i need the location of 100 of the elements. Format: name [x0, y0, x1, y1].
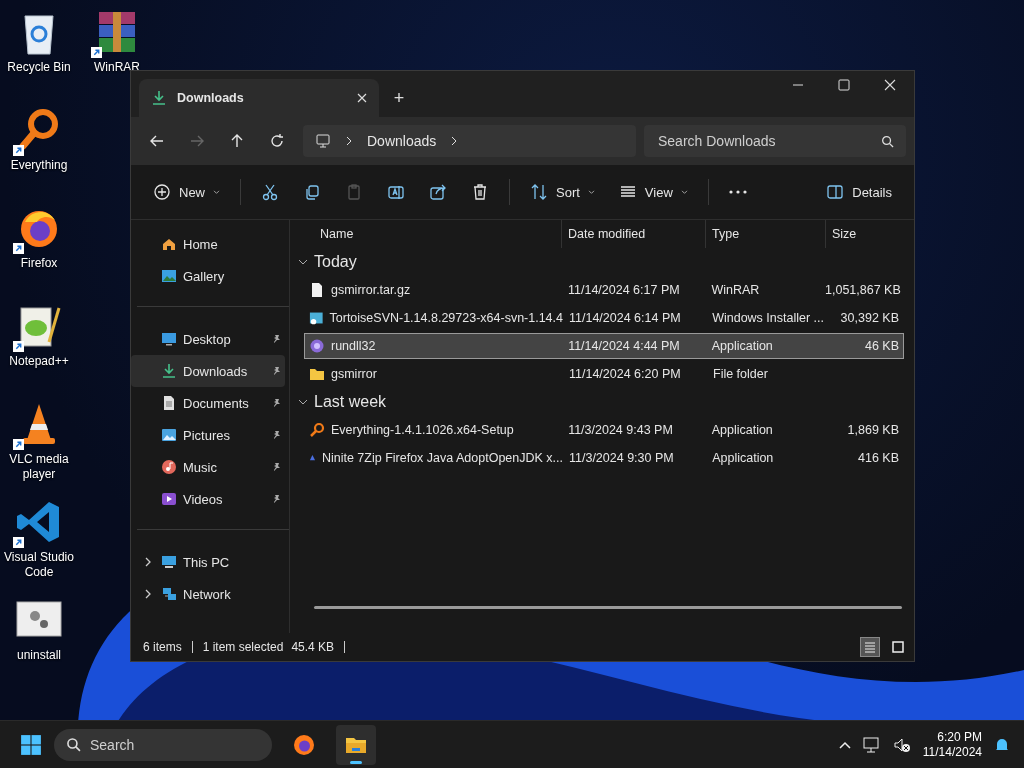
- pin-icon: [271, 430, 281, 440]
- chevron-down-icon: [213, 189, 220, 195]
- installer-icon: [309, 310, 324, 326]
- sidebar-item[interactable]: Gallery: [131, 260, 285, 292]
- type-cell-text: WinRAR: [710, 283, 761, 297]
- chevron-right-icon[interactable]: [144, 589, 152, 599]
- sidebar-item[interactable]: Pictures: [131, 419, 285, 451]
- maximize-icon[interactable]: [838, 79, 850, 91]
- file-row[interactable]: Ninite 7Zip Firefox Java AdoptOpenJDK x... 11/3/2024 9:30 PM Application 416 KB: [304, 445, 904, 471]
- sidebar-item[interactable]: Downloads: [131, 355, 285, 387]
- sort-button[interactable]: Sort: [520, 176, 605, 208]
- details-button[interactable]: Details: [816, 176, 902, 208]
- sidebar-item[interactable]: This PC: [131, 546, 285, 578]
- list-lines-icon: [863, 640, 877, 654]
- clock-time[interactable]: 6:20 PM: [937, 729, 982, 745]
- folder-taskbar-button[interactable]: [336, 724, 376, 765]
- gallery-icon: [161, 268, 177, 284]
- details-view-button[interactable]: [860, 637, 880, 657]
- sidebar-item[interactable]: Network: [131, 578, 285, 610]
- pin-icon: [271, 366, 281, 376]
- close-icon[interactable]: [357, 93, 367, 103]
- date-cell-text: 11/14/2024 6:14 PM: [568, 311, 682, 325]
- column-header[interactable]: Name: [296, 220, 562, 248]
- desktop-icon-label[interactable]: Everything: [10, 158, 68, 173]
- chevron-down-icon: [587, 189, 595, 195]
- pin-icon: [271, 334, 281, 344]
- sidebar-item[interactable]: Documents: [131, 387, 285, 419]
- desktop-icon-label[interactable]: Recycle Bin: [7, 60, 71, 75]
- clock-date[interactable]: 11/14/2024: [922, 744, 982, 760]
- type-cell-text: Application: [711, 451, 775, 465]
- file-row[interactable]: rundll32 11/14/2024 4:44 PM Application 46 KB: [304, 333, 904, 359]
- sidebar-item[interactable]: Videos: [131, 483, 285, 515]
- back-arrow-icon[interactable]: [149, 133, 165, 149]
- network-monitor-icon[interactable]: [862, 736, 881, 753]
- file-row[interactable]: TortoiseSVN-1.14.8.29723-x64-svn-1.14.4 11/14/2024 6:14 PM Windows Installer ... 30,392 KB: [304, 305, 904, 331]
- size-cell-text: 1,869 KB: [846, 423, 900, 437]
- sort-arrows-icon: [530, 183, 548, 201]
- downloads-icon: [151, 90, 167, 106]
- desktop-icon-label[interactable]: Visual Studio Code: [1, 550, 77, 580]
- sidebar-item[interactable]: Music: [131, 451, 285, 483]
- file-name: rundll32: [331, 339, 376, 353]
- tab-title: Downloads: [177, 91, 245, 105]
- new-tab-button[interactable]: +: [379, 79, 419, 117]
- clipboard-icon: [345, 183, 363, 201]
- group-header[interactable]: Today: [296, 248, 904, 276]
- desktop-icon-label[interactable]: Notepad++: [9, 354, 69, 369]
- column-header[interactable]: Size: [826, 220, 904, 248]
- desktop-icon-label[interactable]: VLC media player: [1, 452, 77, 482]
- refresh-icon[interactable]: [269, 133, 285, 149]
- monitor-icon: [315, 133, 331, 149]
- horizontal-scrollbar[interactable]: [314, 606, 902, 609]
- date-cell-text: 11/3/2024 9:43 PM: [567, 423, 674, 437]
- rename-icon: [387, 183, 405, 201]
- sidebar-item[interactable]: Home: [131, 228, 285, 260]
- new-button[interactable]: New: [143, 176, 230, 208]
- taskbar-search-field[interactable]: Search: [54, 728, 272, 761]
- view-button[interactable]: View: [608, 176, 698, 208]
- scissors-icon: [261, 183, 279, 201]
- chevron-down-icon: [680, 189, 688, 195]
- search-app-icon: [309, 422, 325, 438]
- file-name: gsmirror.tar.gz: [331, 283, 411, 297]
- windows-start-icon[interactable]: [20, 733, 42, 756]
- file-name: Everything-1.4.1.1026.x64-Setup: [331, 423, 514, 437]
- file-row[interactable]: gsmirror 11/14/2024 6:20 PM File folder: [304, 361, 904, 387]
- breadcrumb[interactable]: Downloads: [367, 133, 437, 149]
- up-arrow-icon[interactable]: [229, 133, 245, 149]
- selection-info: 1 item selected: [202, 640, 284, 654]
- chevron-down-icon: [298, 258, 308, 266]
- size-cell-text: 416 KB: [857, 451, 900, 465]
- file-row[interactable]: Everything-1.4.1.1026.x64-Setup 11/3/2024 9:43 PM Application 1,869 KB: [304, 417, 904, 443]
- chevron-right-icon[interactable]: [144, 557, 152, 567]
- firefox-icon: [292, 732, 316, 757]
- close-icon[interactable]: [884, 79, 896, 91]
- item-count: 6 items: [143, 640, 182, 654]
- file-name: Ninite 7Zip Firefox Java AdoptOpenJDK x...: [321, 451, 563, 465]
- type-cell-text: File folder: [712, 367, 769, 381]
- date-cell-text: 11/14/2024 6:20 PM: [568, 367, 682, 381]
- type-cell-text: Application: [710, 339, 774, 353]
- column-header[interactable]: Date modified: [562, 220, 706, 248]
- group-header[interactable]: Last week: [296, 388, 904, 416]
- size-cell-text: 46 KB: [863, 339, 900, 353]
- search-icon: [66, 736, 81, 752]
- address-bar[interactable]: Downloads: [303, 125, 636, 157]
- file-row[interactable]: gsmirror.tar.gz 11/14/2024 6:17 PM WinRAR 1,051,867 KB: [304, 277, 904, 303]
- chevron-right-icon[interactable]: [450, 136, 459, 146]
- desktop-icon-label[interactable]: uninstall: [17, 648, 61, 663]
- column-header[interactable]: Type: [706, 220, 826, 248]
- caret-up-icon[interactable]: [838, 740, 851, 749]
- copy-icon: [303, 183, 321, 201]
- bell-icon[interactable]: [994, 736, 1010, 753]
- muted-speaker-icon[interactable]: [892, 736, 911, 753]
- documents-icon: [161, 395, 177, 411]
- more-icon: [728, 190, 747, 194]
- desktop-icon-label[interactable]: Firefox: [20, 256, 58, 271]
- tab[interactable]: Downloads: [139, 79, 379, 117]
- folder-icon: [309, 366, 325, 382]
- desktop-icon-label[interactable]: WinRAR: [94, 60, 140, 75]
- date-cell-text: 11/3/2024 9:30 PM: [568, 451, 675, 465]
- sidebar-item[interactable]: Desktop: [131, 323, 285, 355]
- search-field[interactable]: Search Downloads: [644, 125, 906, 157]
